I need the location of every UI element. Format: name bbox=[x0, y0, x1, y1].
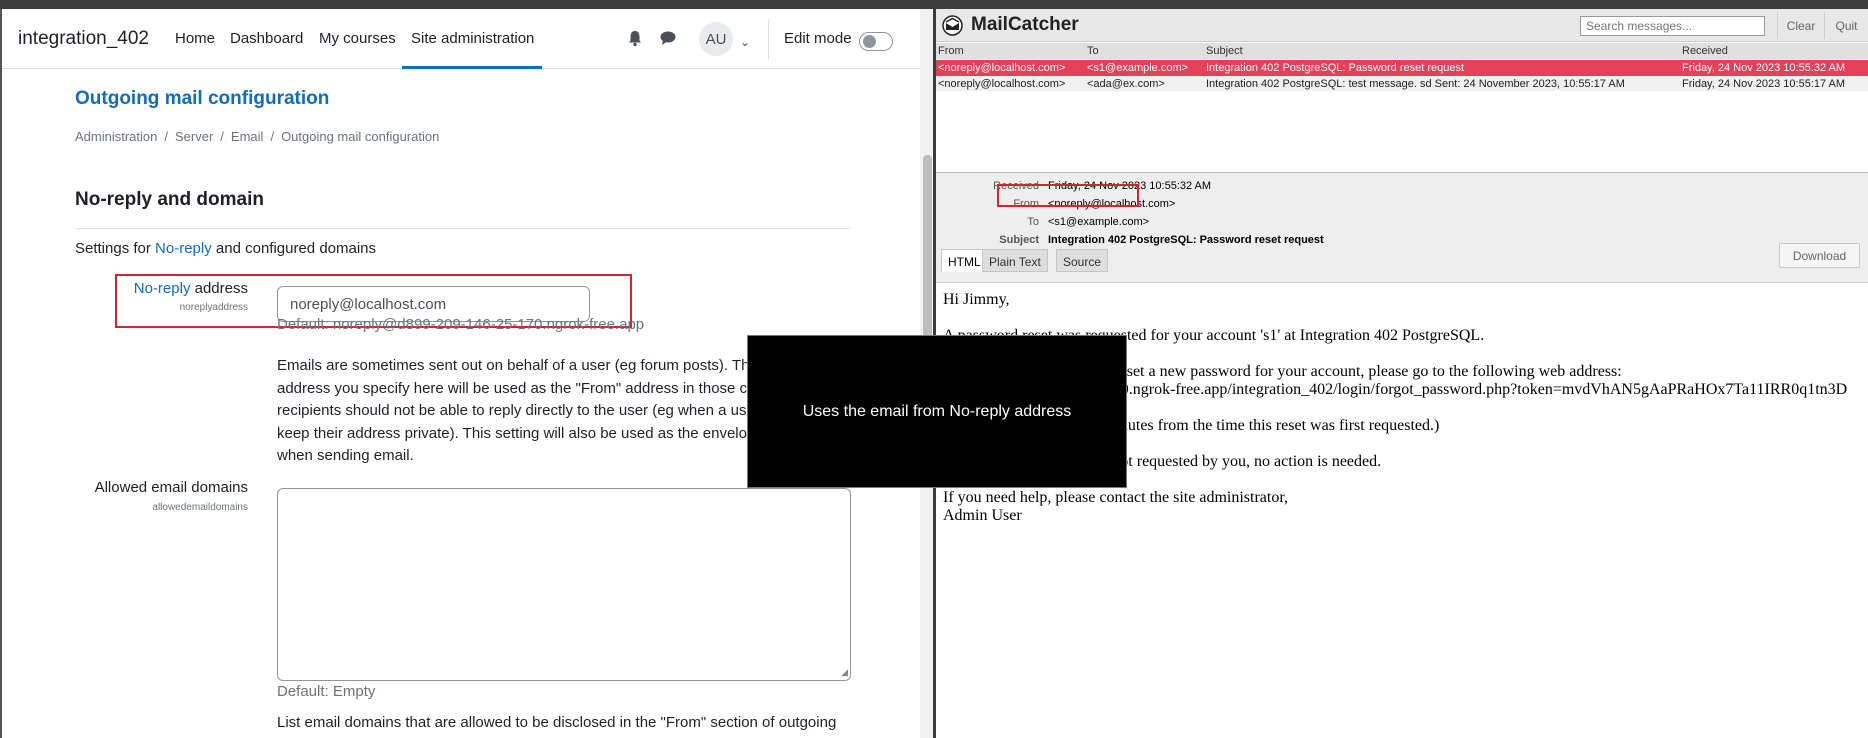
tab-html[interactable]: HTML bbox=[941, 249, 988, 272]
message-to: <ada@ex.com> bbox=[1087, 78, 1165, 90]
breadcrumb-outgoing-mail[interactable]: Outgoing mail configuration bbox=[281, 129, 439, 144]
section-divider bbox=[75, 228, 850, 229]
message-list-empty-area bbox=[936, 91, 1868, 173]
page-title: Outgoing mail configuration bbox=[75, 88, 330, 109]
section-title: No-reply and domain bbox=[75, 189, 264, 210]
caption-text: Uses the email from No-reply address bbox=[802, 402, 1072, 420]
navbar-divider bbox=[768, 19, 769, 59]
toggle-knob bbox=[863, 35, 876, 48]
clear-button[interactable]: Clear bbox=[1777, 12, 1824, 39]
noreply-default: Default: noreply@d899-209-146-25-170.ngr… bbox=[277, 316, 645, 333]
allowed-domains-textarea[interactable]: ◢ bbox=[277, 488, 851, 681]
message-subject: Integration 402 PostgreSQL: test message… bbox=[1206, 78, 1625, 90]
settings-suffix: and configured domains bbox=[211, 240, 377, 257]
noreply-label: No-reply address bbox=[112, 280, 248, 297]
message-row-selected[interactable]: <noreply@localhost.com> <s1@example.com>… bbox=[936, 60, 1868, 76]
allowed-domains-default: Default: Empty bbox=[277, 683, 376, 700]
moodle-scrollbar-thumb[interactable] bbox=[923, 155, 932, 345]
resize-grip-icon[interactable]: ◢ bbox=[841, 667, 848, 678]
chevron-down-icon[interactable]: ⌄ bbox=[740, 35, 750, 49]
meta-to-label: To bbox=[1027, 216, 1039, 228]
settings-prefix: Settings for bbox=[75, 240, 156, 257]
nav-dashboard[interactable]: Dashboard bbox=[230, 30, 303, 47]
body-line: If you need help, please contact the sit… bbox=[943, 489, 1289, 506]
noreply-label-link[interactable]: No-reply bbox=[134, 280, 191, 297]
noreply-label-text: address bbox=[190, 280, 248, 297]
bell-icon[interactable] bbox=[626, 29, 644, 47]
mailcatcher-title: MailCatcher bbox=[971, 14, 1079, 35]
user-avatar[interactable]: AU bbox=[699, 22, 733, 56]
noreply-doc-link[interactable]: No-reply bbox=[155, 240, 212, 257]
breadcrumb-email[interactable]: Email bbox=[231, 129, 264, 144]
avatar-initials: AU bbox=[705, 30, 727, 48]
message-row[interactable]: <noreply@localhost.com> <ada@ex.com> Int… bbox=[936, 76, 1868, 92]
quit-button[interactable]: Quit bbox=[1824, 12, 1868, 39]
nav-home[interactable]: Home bbox=[175, 30, 215, 47]
nav-active-indicator bbox=[402, 66, 542, 69]
site-name[interactable]: integration_402 bbox=[18, 28, 149, 50]
tab-source[interactable]: Source bbox=[1056, 249, 1109, 272]
body-line: Admin User bbox=[943, 507, 1022, 524]
breadcrumb: Administration / Server / Email / Outgoing mai… bbox=[75, 129, 440, 144]
from-highlight-box bbox=[997, 184, 1139, 207]
edit-mode-toggle[interactable] bbox=[859, 32, 893, 51]
allowed-domains-label: Allowed email domains bbox=[94, 479, 248, 496]
message-received: Friday, 24 Nov 2023 10:55:32 AM bbox=[1682, 62, 1846, 74]
chat-icon[interactable] bbox=[659, 29, 677, 47]
message-list-header: From To Subject Received bbox=[936, 43, 1868, 59]
breadcrumb-server[interactable]: Server bbox=[175, 129, 213, 144]
caption-overlay: Uses the email from No-reply address bbox=[747, 335, 1127, 488]
mailcatcher-logo-icon bbox=[942, 15, 963, 36]
message-to: <s1@example.com> bbox=[1087, 62, 1189, 74]
allowed-domains-description: List email domains that are allowed to b… bbox=[277, 714, 837, 731]
download-button[interactable]: Download bbox=[1779, 243, 1860, 268]
column-to[interactable]: To bbox=[1087, 45, 1099, 57]
search-messages-input[interactable] bbox=[1580, 16, 1765, 36]
edit-mode-label: Edit mode bbox=[784, 30, 852, 47]
column-subject[interactable]: Subject bbox=[1206, 45, 1243, 57]
allowed-domains-sublabel: allowedemaildomains bbox=[152, 502, 248, 513]
top-window-strip bbox=[0, 0, 1868, 9]
meta-subject-value: Integration 402 PostgreSQL: Password res… bbox=[1048, 234, 1324, 246]
breadcrumb-administration[interactable]: Administration bbox=[75, 129, 157, 144]
body-line: Hi Jimmy, bbox=[943, 291, 1010, 308]
message-subject: Integration 402 PostgreSQL: Password res… bbox=[1206, 62, 1465, 74]
column-received[interactable]: Received bbox=[1682, 45, 1728, 57]
nav-site-administration[interactable]: Site administration bbox=[411, 30, 534, 47]
message-from: <noreply@localhost.com> bbox=[938, 78, 1066, 90]
tab-plain-text[interactable]: Plain Text bbox=[982, 249, 1048, 272]
moodle-navbar: integration_402 Home Dashboard My course… bbox=[2, 9, 920, 69]
meta-subject-label: Subject bbox=[999, 234, 1039, 246]
meta-to-value: <s1@example.com> bbox=[1048, 216, 1150, 228]
message-received: Friday, 24 Nov 2023 10:55:17 AM bbox=[1682, 78, 1846, 90]
mailcatcher-header: MailCatcher Clear Quit bbox=[936, 9, 1868, 42]
nav-my-courses[interactable]: My courses bbox=[319, 30, 396, 47]
message-from: <noreply@localhost.com> bbox=[938, 62, 1066, 74]
column-from[interactable]: From bbox=[938, 45, 964, 57]
settings-intro: Settings for No-reply and configured dom… bbox=[75, 240, 376, 257]
noreply-sublabel: noreplyaddress bbox=[179, 302, 248, 313]
